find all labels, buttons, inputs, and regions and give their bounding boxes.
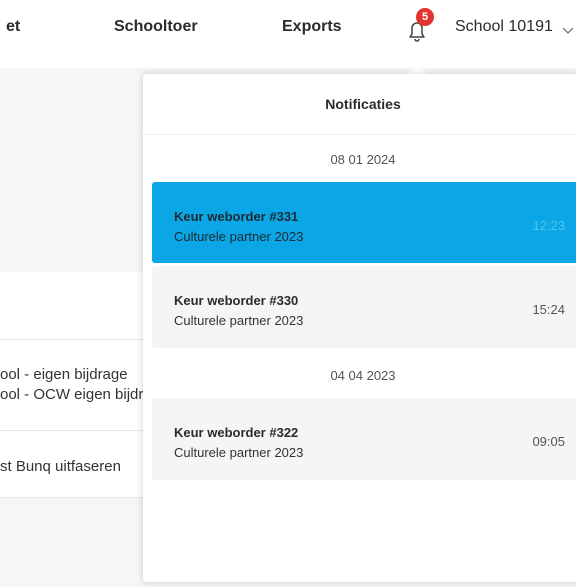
panel-title: Notificaties <box>325 96 401 112</box>
school-selector[interactable]: School 10191 <box>455 18 553 36</box>
top-navigation: et Schooltoer Exports 5 School 10191 <box>0 0 576 60</box>
notification-subtitle: Culturele partner 2023 <box>174 313 304 328</box>
nav-item-partial[interactable]: et <box>6 18 20 36</box>
date-group-label: 04 04 2023 <box>330 368 396 383</box>
notification-count-badge: 5 <box>416 8 434 26</box>
date-group-label: 08 01 2024 <box>330 152 396 167</box>
notification-item[interactable]: Keur weborder #330 Culturele partner 202… <box>152 266 576 348</box>
notification-subtitle: Culturele partner 2023 <box>174 445 304 460</box>
notification-subtitle: Culturele partner 2023 <box>174 229 304 244</box>
notifications-dropdown: Notificaties 08 01 2024 Keur weborder #3… <box>143 74 576 582</box>
nav-item-schooltoer[interactable]: Schooltoer <box>114 18 198 36</box>
notification-time: 09:05 <box>532 434 565 449</box>
nav-item-exports[interactable]: Exports <box>282 18 342 36</box>
dropdown-pointer <box>407 64 427 74</box>
list-item[interactable]: ool - eigen bijdrage <box>0 366 150 383</box>
list-item[interactable]: st Bunq uitfaseren <box>0 458 150 475</box>
notification-title: Keur weborder #331 <box>174 209 299 224</box>
divider <box>143 134 576 135</box>
divider <box>0 339 160 340</box>
notification-title: Keur weborder #330 <box>174 293 299 308</box>
notification-item[interactable]: Keur weborder #322 Culturele partner 202… <box>152 398 576 480</box>
notification-time: 12:23 <box>532 218 565 233</box>
divider <box>0 430 160 431</box>
notification-time: 15:24 <box>532 302 565 317</box>
notification-item[interactable]: Keur weborder #331 Culturele partner 202… <box>152 182 576 263</box>
chevron-down-icon[interactable] <box>562 22 574 34</box>
notification-title: Keur weborder #322 <box>174 425 299 440</box>
list-item[interactable]: ool - OCW eigen bijdrage <box>0 386 150 403</box>
